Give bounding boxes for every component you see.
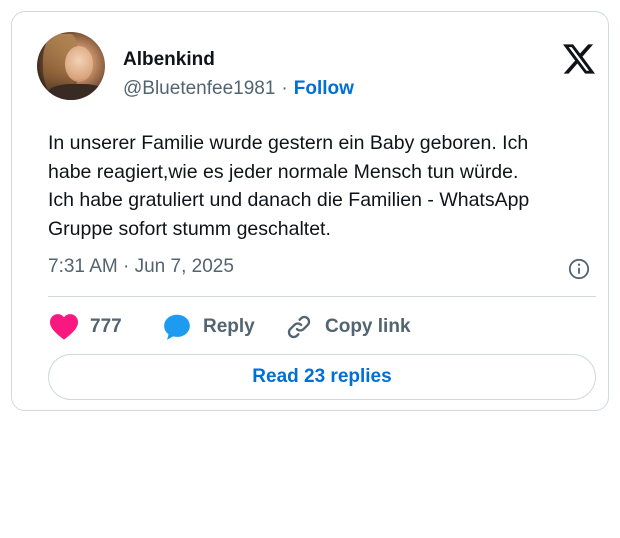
separator-dot: · xyxy=(281,78,288,99)
info-icon[interactable] xyxy=(568,258,590,280)
reply-button[interactable]: Reply xyxy=(163,312,255,342)
heart-icon xyxy=(50,314,78,340)
tweet-line: In unserer Familie wurde gestern ein Bab… xyxy=(48,132,529,154)
divider xyxy=(48,296,596,297)
tweet-line: habe reagiert,wie es jeder normale Mensc… xyxy=(48,160,519,183)
author-handle[interactable]: @Bluetenfee1981 xyxy=(123,78,275,99)
tweet-text: In unserer Familie wurde gestern ein Bab… xyxy=(48,129,593,243)
copy-link-button[interactable]: Copy link xyxy=(285,312,411,342)
read-replies-button[interactable]: Read 23 replies xyxy=(48,354,596,400)
avatar-shirt xyxy=(47,84,105,100)
avatar[interactable] xyxy=(37,32,105,100)
copy-link-label: Copy link xyxy=(325,316,411,337)
x-logo-icon[interactable] xyxy=(563,44,595,74)
author-name[interactable]: Albenkind xyxy=(123,49,215,71)
reply-label: Reply xyxy=(203,316,255,337)
follow-button[interactable]: Follow xyxy=(294,78,354,99)
speech-bubble-icon xyxy=(164,314,190,340)
link-icon xyxy=(287,315,311,339)
like-button[interactable]: 777 xyxy=(50,312,122,342)
tweet-line: Ich habe gratuliert und danach die Famil… xyxy=(48,189,530,211)
author-handle-row: @Bluetenfee1981 · Follow xyxy=(123,78,354,100)
tweet-timestamp[interactable]: 7:31 AM · Jun 7, 2025 xyxy=(48,256,234,278)
tweet-card: Albenkind @Bluetenfee1981 · Follow In unse… xyxy=(11,11,609,411)
avatar-face xyxy=(65,46,93,82)
like-count: 777 xyxy=(90,316,122,337)
tweet-line: Gruppe sofort stumm geschaltet. xyxy=(48,217,331,240)
